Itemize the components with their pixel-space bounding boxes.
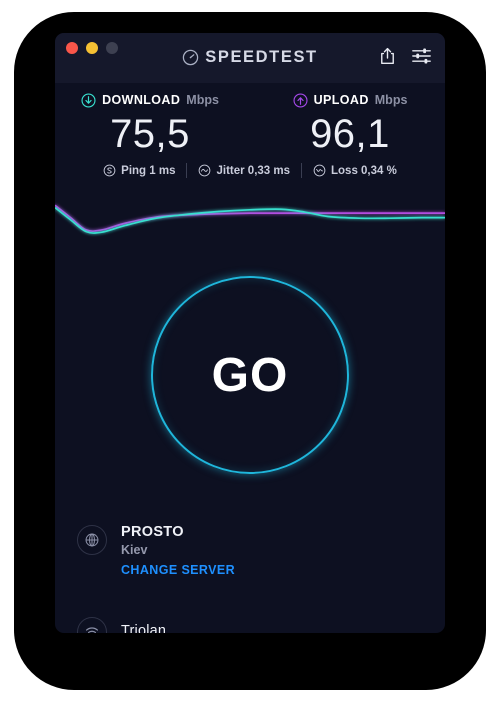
jitter-value: Jitter 0,33 ms (216, 164, 290, 177)
close-button[interactable] (66, 42, 78, 54)
metrics-row: DOWNLOAD Mbps 75,5 UPLOAD Mbps 96,1 (55, 91, 445, 159)
isp-details: Triolan (121, 622, 166, 633)
go-button-container: GO (55, 276, 445, 474)
settings-icon[interactable] (412, 47, 431, 65)
download-value: 75,5 (110, 112, 190, 156)
jitter-icon (199, 164, 211, 177)
go-button-label: GO (211, 348, 289, 402)
upload-metric: UPLOAD Mbps 96,1 (280, 91, 420, 159)
loss-stat: Loss 0,34 % (313, 164, 397, 177)
jitter-stat: Jitter 0,33 ms (198, 164, 290, 177)
title-bar-actions (379, 47, 431, 65)
speedtest-app-window: SPEEDTEST DOWNLOAD Mbps 75,5 UPLOAD Mbps… (55, 33, 445, 633)
ping-value: Ping 1 ms (121, 164, 176, 177)
server-details: PROSTO Kiev CHANGE SERVER (121, 523, 235, 580)
ping-icon (103, 164, 116, 177)
minimize-button[interactable] (86, 42, 98, 54)
footer-panel: PROSTO Kiev CHANGE SERVER Triolan (55, 523, 445, 633)
download-header: DOWNLOAD Mbps (80, 91, 220, 109)
upload-value: 96,1 (310, 112, 390, 156)
connection-stats-row: Ping 1 ms Jitter 0,33 ms Loss 0,34 % (55, 163, 445, 178)
stat-divider-2 (301, 163, 302, 178)
isp-row[interactable]: Triolan (55, 615, 445, 633)
globe-icon (77, 525, 107, 555)
download-unit: Mbps (186, 93, 219, 107)
loss-icon (313, 164, 326, 177)
loss-value: Loss 0,34 % (331, 164, 397, 177)
upload-label: UPLOAD (313, 93, 369, 107)
speedometer-icon (183, 49, 199, 66)
stat-divider (186, 163, 188, 178)
go-button[interactable]: GO (151, 276, 349, 474)
zoom-button[interactable] (106, 42, 118, 54)
server-row[interactable]: PROSTO Kiev CHANGE SERVER (55, 523, 445, 580)
download-arrow-icon (81, 92, 96, 108)
title-bar: SPEEDTEST (55, 33, 445, 83)
download-label: DOWNLOAD (102, 93, 181, 107)
ping-stat: Ping 1 ms (103, 164, 175, 177)
server-city: Kiev (121, 543, 148, 557)
graph-svg (55, 204, 445, 234)
wifi-icon (77, 617, 107, 633)
app-title: SPEEDTEST (205, 48, 318, 66)
traffic-light-controls (66, 42, 118, 54)
download-line (55, 206, 445, 234)
download-metric: DOWNLOAD Mbps 75,5 (80, 91, 220, 159)
isp-name: Triolan (121, 623, 167, 633)
speed-history-graph (55, 193, 445, 249)
results-panel: DOWNLOAD Mbps 75,5 UPLOAD Mbps 96,1 Ping… (55, 83, 445, 178)
change-server-link[interactable]: CHANGE SERVER (121, 563, 235, 577)
upload-header: UPLOAD Mbps (280, 91, 420, 109)
upload-unit: Mbps (374, 93, 408, 107)
upload-arrow-icon (293, 92, 308, 108)
server-name: PROSTO (121, 524, 184, 540)
share-icon[interactable] (379, 47, 396, 65)
